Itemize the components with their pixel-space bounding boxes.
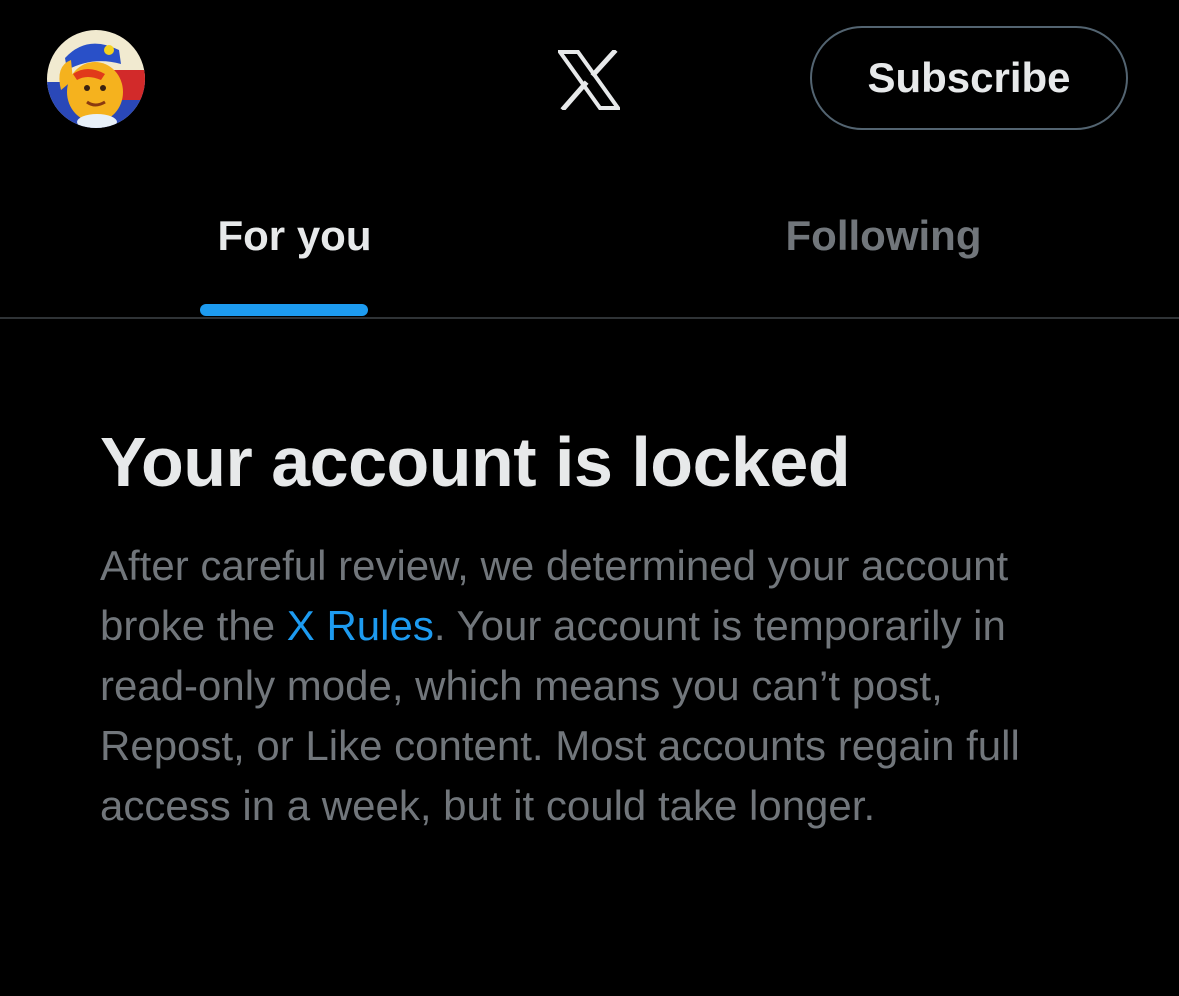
timeline-tabs: For you Following xyxy=(0,160,1179,318)
x-logo-icon[interactable] xyxy=(556,48,622,112)
account-locked-notice: Your account is locked After careful rev… xyxy=(100,420,1060,836)
tab-label: For you xyxy=(217,212,372,259)
tab-for-you[interactable]: For you xyxy=(0,160,589,318)
subscribe-button[interactable]: Subscribe xyxy=(810,26,1128,130)
divider xyxy=(0,317,1179,319)
notice-body: After careful review, we determined your… xyxy=(100,536,1060,836)
top-bar: Subscribe xyxy=(0,0,1179,160)
notice-title: Your account is locked xyxy=(100,423,851,501)
x-rules-link[interactable]: X Rules xyxy=(287,602,434,649)
user-avatar-icon[interactable] xyxy=(47,30,145,128)
active-tab-indicator xyxy=(200,304,368,316)
tab-label: Following xyxy=(785,212,982,259)
tab-following[interactable]: Following xyxy=(589,160,1178,318)
